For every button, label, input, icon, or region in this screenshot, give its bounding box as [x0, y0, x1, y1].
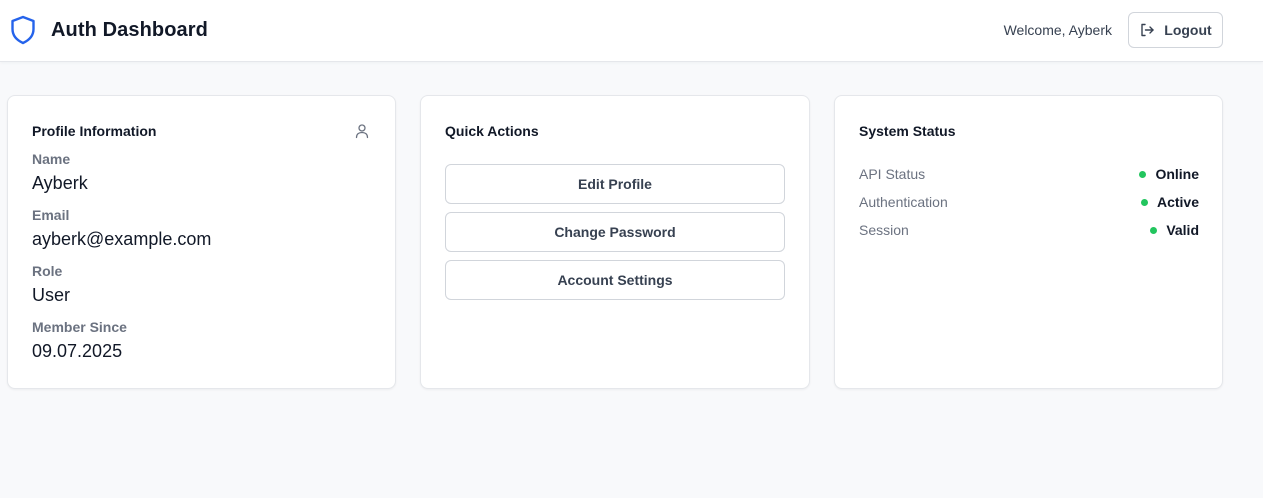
- email-value: ayberk@example.com: [32, 229, 212, 249]
- email-label: Email: [32, 207, 70, 223]
- status-value: Active: [1156, 194, 1199, 210]
- status-value: Valid: [1166, 222, 1199, 238]
- role-label: Role: [32, 263, 63, 279]
- change-password-button[interactable]: Change Password: [445, 212, 785, 252]
- status-dot-icon: [1139, 170, 1147, 178]
- quick-actions-title: Quick Actions: [445, 123, 539, 139]
- name-value: Ayberk: [32, 173, 88, 193]
- account-settings-button[interactable]: Account Settings: [445, 260, 785, 300]
- member-since-label: Member Since: [32, 319, 127, 335]
- brand: Auth Dashboard: [10, 15, 208, 45]
- status-label: Authentication: [859, 194, 948, 210]
- quick-actions-card: Quick Actions Edit Profile Change Passwo…: [420, 95, 810, 389]
- shield-icon: [10, 15, 36, 45]
- top-bar: Auth Dashboard Welcome, Ayberk Logout: [0, 0, 1263, 62]
- status-row-api: API Status Online: [859, 164, 1199, 184]
- logout-label: Logout: [1164, 22, 1212, 38]
- user-icon: [355, 123, 369, 144]
- profile-card: Profile Information Name Ayberk Email ay…: [7, 95, 396, 389]
- app-title: Auth Dashboard: [51, 18, 208, 41]
- member-since-value: 09.07.2025: [32, 341, 123, 361]
- system-status-card: System Status API Status Online Authenti…: [834, 95, 1223, 389]
- edit-profile-button[interactable]: Edit Profile: [445, 164, 785, 204]
- role-value: User: [32, 285, 71, 305]
- status-dot-icon: [1140, 198, 1148, 206]
- system-status-title: System Status: [859, 123, 956, 139]
- status-value: Online: [1155, 166, 1199, 182]
- status-label: API Status: [859, 166, 926, 182]
- profile-card-title: Profile Information: [32, 123, 157, 139]
- logout-icon: [1139, 22, 1164, 38]
- status-dot-icon: [1150, 226, 1158, 234]
- logout-button[interactable]: Logout: [1128, 12, 1223, 48]
- name-label: Name: [32, 151, 71, 167]
- welcome-text: Welcome, Ayberk: [1003, 22, 1112, 38]
- status-row-authentication: Authentication Active: [859, 192, 1199, 212]
- status-row-session: Session Valid: [859, 220, 1199, 240]
- status-label: Session: [859, 222, 909, 238]
